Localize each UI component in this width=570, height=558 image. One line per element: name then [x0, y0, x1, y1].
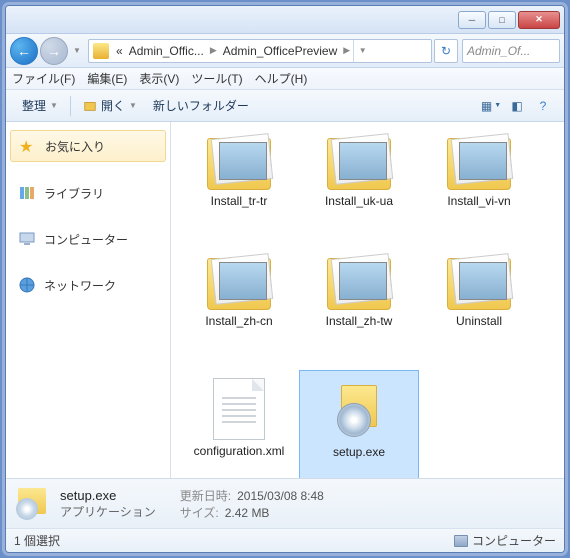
- details-pane: setup.exe アプリケーション 更新日時:2015/03/08 8:48 …: [6, 478, 564, 528]
- back-button[interactable]: ←: [10, 37, 38, 65]
- details-size: 2.42 MB: [225, 506, 270, 520]
- maximize-button[interactable]: □: [488, 11, 516, 29]
- exe-file-icon: [14, 486, 50, 522]
- star-icon: ★: [19, 137, 37, 155]
- folder-icon: [327, 138, 391, 190]
- open-button[interactable]: 開く▼: [75, 93, 145, 118]
- sidebar-label: コンピューター: [44, 231, 128, 248]
- sidebar: ★ お気に入り ライブラリ コンピューター ネットワーク: [6, 122, 171, 478]
- menubar: ファイル(F) 編集(E) 表示(V) ツール(T) ヘルプ(H): [6, 68, 564, 90]
- crumb-dropdown[interactable]: ▼: [353, 40, 371, 62]
- folder-item[interactable]: Install_zh-tw: [299, 250, 419, 370]
- search-input[interactable]: Admin_Of...: [462, 39, 560, 63]
- sidebar-label: ライブラリ: [44, 185, 104, 202]
- file-item-selected[interactable]: setup.exe: [299, 370, 419, 478]
- item-label: Install_zh-tw: [326, 314, 393, 330]
- separator: [70, 96, 71, 116]
- library-icon: [18, 184, 36, 202]
- sidebar-item-network[interactable]: ネットワーク: [10, 270, 166, 300]
- folder-item[interactable]: Install_vi-vn: [419, 130, 539, 250]
- computer-icon: [18, 230, 36, 248]
- item-label: Install_uk-ua: [325, 194, 393, 210]
- sidebar-label: お気に入り: [45, 138, 105, 155]
- details-date: 2015/03/08 8:48: [237, 489, 324, 503]
- titlebar[interactable]: ─ □ ✕: [6, 6, 564, 34]
- menu-edit[interactable]: 編集(E): [87, 70, 127, 87]
- details-date-label: 更新日時:: [180, 489, 231, 503]
- refresh-button[interactable]: ↻: [434, 39, 458, 63]
- item-label: configuration.xml: [194, 444, 285, 460]
- crumb-segment[interactable]: Admin_Offic...: [126, 44, 207, 58]
- folder-item[interactable]: Uninstall: [419, 250, 539, 370]
- forward-button[interactable]: →: [40, 37, 68, 65]
- menu-help[interactable]: ヘルプ(H): [255, 70, 308, 87]
- explorer-window: ─ □ ✕ ← → ▼ « Admin_Offic... ▶ Admin_Off…: [5, 5, 565, 553]
- history-dropdown[interactable]: ▼: [70, 38, 84, 64]
- crumb-overflow[interactable]: «: [113, 44, 126, 58]
- details-filetype: アプリケーション: [60, 503, 156, 520]
- folder-icon: [327, 258, 391, 310]
- status-location: コンピューター: [472, 532, 556, 549]
- folder-item[interactable]: Install_uk-ua: [299, 130, 419, 250]
- xml-file-icon: [213, 378, 265, 440]
- sidebar-item-favorites[interactable]: ★ お気に入り: [10, 130, 166, 162]
- folder-icon: [207, 138, 271, 190]
- details-size-label: サイズ:: [180, 506, 219, 520]
- folder-icon: [207, 258, 271, 310]
- open-icon: [83, 99, 97, 113]
- item-label: setup.exe: [333, 445, 385, 461]
- close-button[interactable]: ✕: [518, 11, 560, 29]
- view-options-button[interactable]: ▦▼: [478, 95, 504, 117]
- item-label: Install_zh-cn: [205, 314, 272, 330]
- menu-tool[interactable]: ツール(T): [191, 70, 242, 87]
- body: ★ お気に入り ライブラリ コンピューター ネットワーク Install_tr-…: [6, 122, 564, 478]
- chevron-right-icon[interactable]: ▶: [207, 45, 220, 56]
- folder-icon: [93, 43, 109, 59]
- sidebar-item-libraries[interactable]: ライブラリ: [10, 178, 166, 208]
- sidebar-label: ネットワーク: [44, 277, 116, 294]
- preview-pane-button[interactable]: ◧: [504, 95, 530, 117]
- exe-file-icon: [333, 379, 385, 441]
- newfolder-button[interactable]: 新しいフォルダー: [145, 93, 257, 118]
- status-bar: 1 個選択 コンピューター: [6, 528, 564, 552]
- item-label: Install_tr-tr: [211, 194, 268, 210]
- file-list[interactable]: Install_tr-tr Install_uk-ua Install_vi-v…: [171, 122, 564, 478]
- sidebar-item-computer[interactable]: コンピューター: [10, 224, 166, 254]
- crumb-segment[interactable]: Admin_OfficePreview: [220, 44, 341, 58]
- folder-icon: [447, 138, 511, 190]
- computer-icon: [454, 535, 468, 547]
- minimize-button[interactable]: ─: [458, 11, 486, 29]
- toolbar: 整理▼ 開く▼ 新しいフォルダー ▦▼ ◧ ?: [6, 90, 564, 122]
- organize-button[interactable]: 整理▼: [14, 93, 66, 118]
- menu-view[interactable]: 表示(V): [139, 70, 179, 87]
- menu-file[interactable]: ファイル(F): [12, 70, 75, 87]
- folder-item[interactable]: Install_tr-tr: [179, 130, 299, 250]
- status-selection: 1 個選択: [14, 532, 60, 549]
- help-button[interactable]: ?: [530, 95, 556, 117]
- details-filename: setup.exe: [60, 488, 156, 503]
- folder-icon: [447, 258, 511, 310]
- item-label: Uninstall: [456, 314, 502, 330]
- navbar: ← → ▼ « Admin_Offic... ▶ Admin_OfficePre…: [6, 34, 564, 68]
- chevron-right-icon[interactable]: ▶: [340, 45, 353, 56]
- network-icon: [18, 276, 36, 294]
- breadcrumb[interactable]: « Admin_Offic... ▶ Admin_OfficePreview ▶…: [88, 39, 432, 63]
- folder-item[interactable]: Install_zh-cn: [179, 250, 299, 370]
- item-label: Install_vi-vn: [447, 194, 510, 210]
- file-item[interactable]: configuration.xml: [179, 370, 299, 478]
